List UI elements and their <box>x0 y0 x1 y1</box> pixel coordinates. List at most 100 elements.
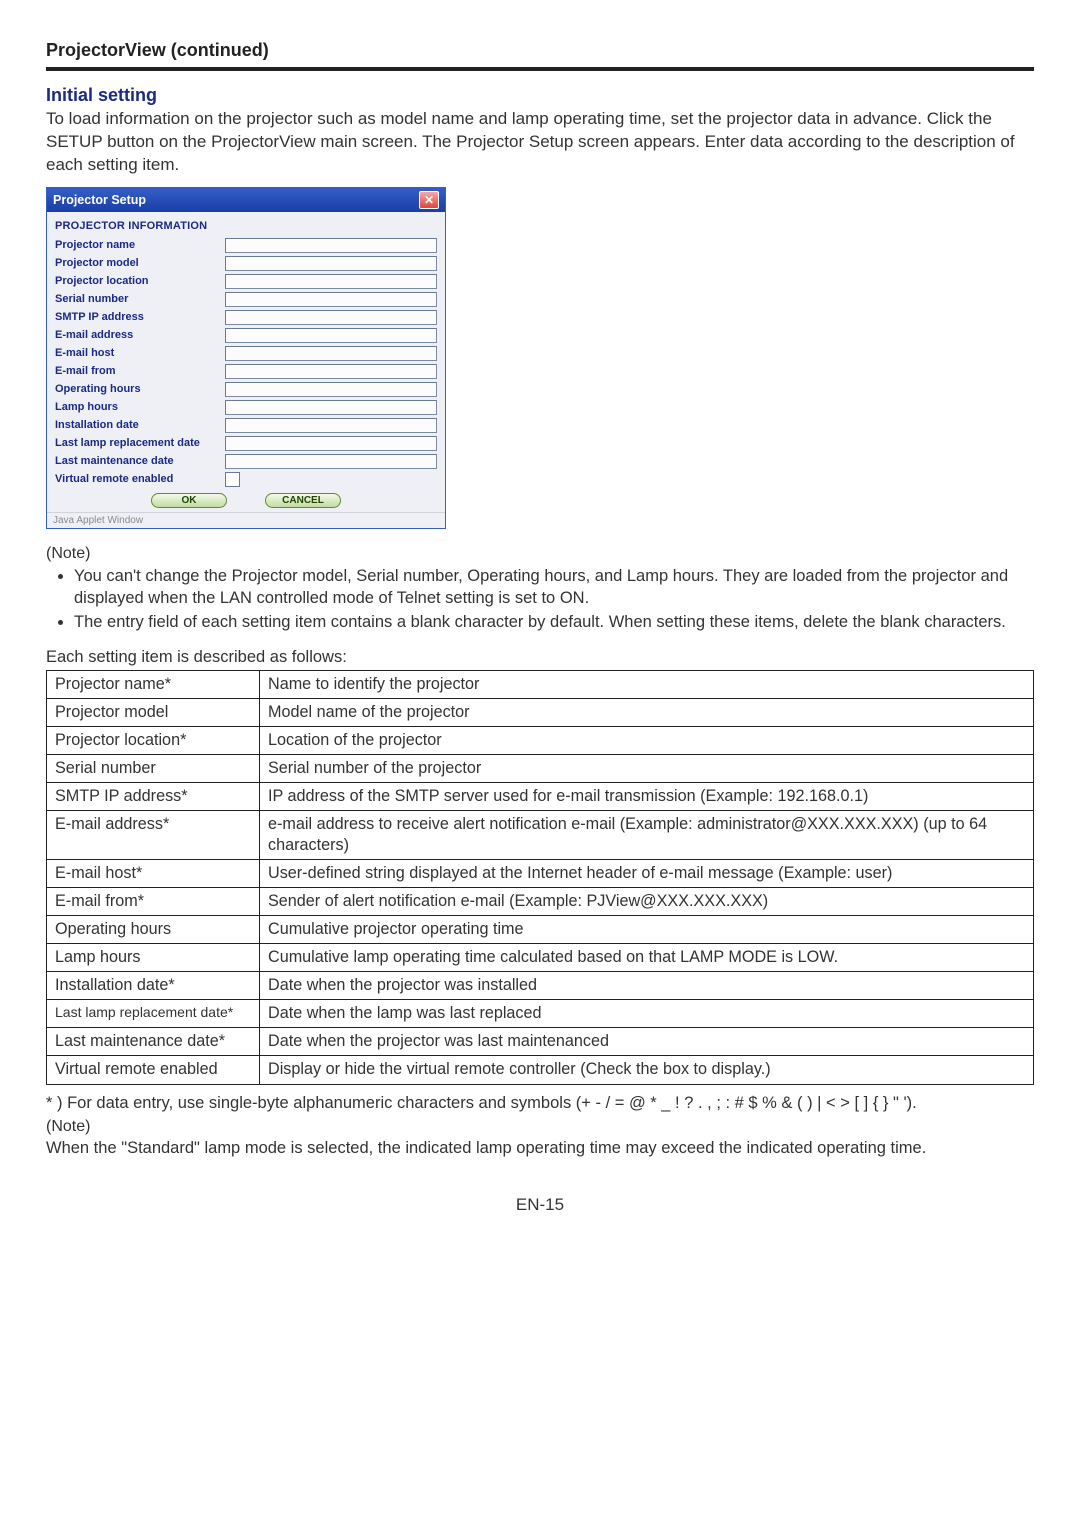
input-projector-location[interactable] <box>225 274 437 289</box>
settings-table: Projector name*Name to identify the proj… <box>46 670 1034 1085</box>
input-operating-hours[interactable] <box>225 382 437 397</box>
table-cell-item: Projector name* <box>47 670 260 698</box>
label-installation-date: Installation date <box>55 419 225 431</box>
table-cell-item: Last maintenance date* <box>47 1028 260 1056</box>
input-email-from[interactable] <box>225 364 437 379</box>
label-email-from: E-mail from <box>55 365 225 377</box>
intro-paragraph: To load information on the projector suc… <box>46 108 1034 177</box>
table-cell-desc: e-mail address to receive alert notifica… <box>260 810 1034 859</box>
row-email-from: E-mail from <box>55 364 437 379</box>
table-cell-desc: IP address of the SMTP server used for e… <box>260 782 1034 810</box>
table-cell-item: Last lamp replacement date* <box>47 1000 260 1028</box>
table-cell-desc: Name to identify the projector <box>260 670 1034 698</box>
input-serial-number[interactable] <box>225 292 437 307</box>
table-row: Virtual remote enabledDisplay or hide th… <box>47 1056 1034 1084</box>
dialog-body: PROJECTOR INFORMATION Projector name Pro… <box>47 212 445 512</box>
table-row: Projector name*Name to identify the proj… <box>47 670 1034 698</box>
cancel-button[interactable]: CANCEL <box>265 493 341 508</box>
table-cell-item: Operating hours <box>47 916 260 944</box>
table-cell-desc: User-defined string displayed at the Int… <box>260 860 1034 888</box>
section-heading: Initial setting <box>46 85 1034 106</box>
input-projector-name[interactable] <box>225 238 437 253</box>
table-cell-desc: Location of the projector <box>260 726 1034 754</box>
row-installation-date: Installation date <box>55 418 437 433</box>
table-cell-item: E-mail address* <box>47 810 260 859</box>
label-serial-number: Serial number <box>55 293 225 305</box>
input-email-host[interactable] <box>225 346 437 361</box>
table-cell-desc: Display or hide the virtual remote contr… <box>260 1056 1034 1084</box>
row-serial-number: Serial number <box>55 292 437 307</box>
input-email-address[interactable] <box>225 328 437 343</box>
label-smtp-ip: SMTP IP address <box>55 311 225 323</box>
label-lamp-hours: Lamp hours <box>55 401 225 413</box>
input-lamp-hours[interactable] <box>225 400 437 415</box>
table-row: Projector modelModel name of the project… <box>47 698 1034 726</box>
input-last-lamp-date[interactable] <box>225 436 437 451</box>
row-smtp-ip: SMTP IP address <box>55 310 437 325</box>
row-last-maintenance-date: Last maintenance date <box>55 454 437 469</box>
row-last-lamp-date: Last lamp replacement date <box>55 436 437 451</box>
row-projector-location: Projector location <box>55 274 437 289</box>
table-row: E-mail from*Sender of alert notification… <box>47 888 1034 916</box>
label-virtual-remote: Virtual remote enabled <box>55 473 225 485</box>
page-title: ProjectorView (continued) <box>46 40 1034 61</box>
label-email-address: E-mail address <box>55 329 225 341</box>
table-row: Serial numberSerial number of the projec… <box>47 754 1034 782</box>
close-icon[interactable]: ✕ <box>419 191 439 209</box>
table-cell-desc: Cumulative lamp operating time calculate… <box>260 944 1034 972</box>
checkbox-virtual-remote[interactable] <box>225 472 240 487</box>
title-rule <box>46 67 1034 71</box>
row-operating-hours: Operating hours <box>55 382 437 397</box>
projector-setup-dialog: Projector Setup ✕ PROJECTOR INFORMATION … <box>46 187 446 529</box>
table-intro: Each setting item is described as follow… <box>46 648 1034 667</box>
table-row: SMTP IP address*IP address of the SMTP s… <box>47 782 1034 810</box>
table-cell-item: Lamp hours <box>47 944 260 972</box>
table-cell-item: Installation date* <box>47 972 260 1000</box>
input-projector-model[interactable] <box>225 256 437 271</box>
row-virtual-remote: Virtual remote enabled <box>55 472 437 487</box>
table-cell-desc: Date when the projector was installed <box>260 972 1034 1000</box>
dialog-statusbar: Java Applet Window <box>47 512 445 528</box>
table-row: Last lamp replacement date*Date when the… <box>47 1000 1034 1028</box>
note-label-1: (Note) <box>46 545 1034 563</box>
note-list: You can't change the Projector model, Se… <box>74 565 1034 634</box>
label-last-maintenance-date: Last maintenance date <box>55 455 225 467</box>
table-cell-item: Projector model <box>47 698 260 726</box>
table-cell-desc: Serial number of the projector <box>260 754 1034 782</box>
page-number: EN-15 <box>46 1195 1034 1215</box>
note-item-2: The entry field of each setting item con… <box>74 611 1034 633</box>
table-row: Last maintenance date*Date when the proj… <box>47 1028 1034 1056</box>
table-cell-item: Virtual remote enabled <box>47 1056 260 1084</box>
input-smtp-ip[interactable] <box>225 310 437 325</box>
table-cell-desc: Date when the lamp was last replaced <box>260 1000 1034 1028</box>
label-last-lamp-date: Last lamp replacement date <box>55 437 225 449</box>
input-installation-date[interactable] <box>225 418 437 433</box>
input-last-maintenance-date[interactable] <box>225 454 437 469</box>
row-email-host: E-mail host <box>55 346 437 361</box>
footnote-symbols: * ) For data entry, use single-byte alph… <box>46 1093 1034 1114</box>
table-row: Installation date*Date when the projecto… <box>47 972 1034 1000</box>
row-lamp-hours: Lamp hours <box>55 400 437 415</box>
label-projector-name: Projector name <box>55 239 225 251</box>
table-row: Lamp hoursCumulative lamp operating time… <box>47 944 1034 972</box>
table-cell-desc: Cumulative projector operating time <box>260 916 1034 944</box>
label-email-host: E-mail host <box>55 347 225 359</box>
table-cell-item: SMTP IP address* <box>47 782 260 810</box>
dialog-title: Projector Setup <box>53 193 146 207</box>
table-row: Operating hoursCumulative projector oper… <box>47 916 1034 944</box>
table-cell-desc: Date when the projector was last mainten… <box>260 1028 1034 1056</box>
table-cell-item: E-mail from* <box>47 888 260 916</box>
label-projector-location: Projector location <box>55 275 225 287</box>
dialog-button-row: OK CANCEL <box>55 493 437 508</box>
row-projector-model: Projector model <box>55 256 437 271</box>
table-cell-item: Projector location* <box>47 726 260 754</box>
row-email-address: E-mail address <box>55 328 437 343</box>
note-2-text: When the "Standard" lamp mode is selecte… <box>46 1138 1034 1159</box>
ok-button[interactable]: OK <box>151 493 227 508</box>
dialog-section-head: PROJECTOR INFORMATION <box>55 220 437 232</box>
table-row: E-mail host*User-defined string displaye… <box>47 860 1034 888</box>
note-item-1: You can't change the Projector model, Se… <box>74 565 1034 610</box>
table-row: E-mail address*e-mail address to receive… <box>47 810 1034 859</box>
label-projector-model: Projector model <box>55 257 225 269</box>
table-cell-item: Serial number <box>47 754 260 782</box>
